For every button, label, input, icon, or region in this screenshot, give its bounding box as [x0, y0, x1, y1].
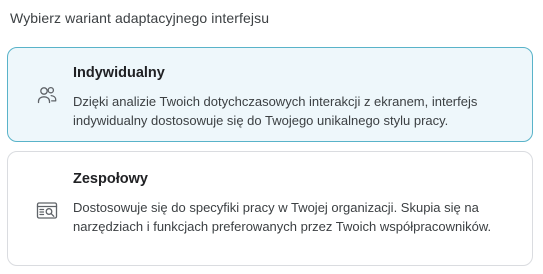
- variant-selector: Wybierz wariant adaptacyjnego interfejsu…: [0, 0, 543, 274]
- option-title: Zespołowy: [73, 171, 148, 187]
- team-workspace-icon: [35, 199, 59, 223]
- users-icon: [35, 83, 59, 107]
- page-title: Wybierz wariant adaptacyjnego interfejsu: [10, 10, 270, 26]
- option-individual[interactable]: Indywidualny Dzięki analizie Twoich doty…: [7, 47, 533, 142]
- option-team[interactable]: Zespołowy Dostosowuje się do specyfiki p…: [7, 151, 533, 266]
- option-title: Indywidualny: [73, 65, 165, 81]
- option-description: Dzięki analizie Twoich dotychczasowych i…: [73, 94, 478, 128]
- option-description: Dostosowuje się do specyfiki pracy w Two…: [73, 200, 492, 234]
